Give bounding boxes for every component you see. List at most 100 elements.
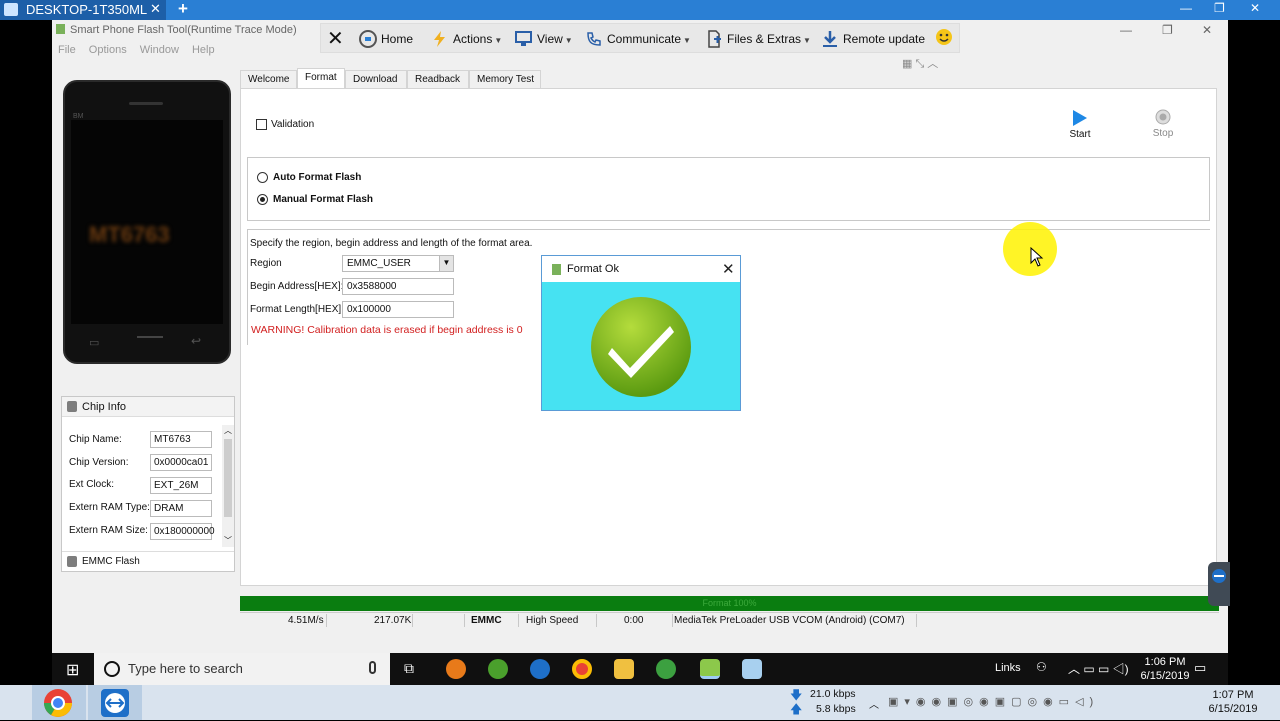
other-app-icon[interactable] [742, 659, 762, 679]
chevron-down-icon[interactable]: ▼ [439, 256, 453, 271]
scroll-thumb[interactable] [224, 439, 232, 517]
menu-file[interactable]: File [58, 44, 76, 56]
tab-welcome[interactable]: Welcome [240, 70, 297, 88]
file-explorer-icon[interactable] [614, 659, 634, 679]
chevron-down-icon: ▼ [564, 36, 573, 45]
region-select[interactable]: EMMC_USER ▼ [342, 255, 454, 272]
auto-format-radio[interactable] [257, 172, 268, 183]
communicate-button[interactable]: Communicate ▼ [585, 30, 691, 48]
menu-help[interactable]: Help [192, 44, 215, 56]
app-minimize-icon[interactable]: — [1120, 23, 1132, 37]
links-toolbar[interactable]: Links [995, 662, 1021, 674]
format-ok-dialog: Format Ok ✕ [541, 255, 741, 411]
view-button[interactable]: View ▼ [515, 30, 573, 48]
ext-clock-label: Ext Clock: [69, 479, 115, 490]
search-tool-icon[interactable] [446, 659, 466, 679]
close-session-icon[interactable]: ✕ [150, 1, 161, 17]
teamviewer-taskbar-icon[interactable] [530, 659, 550, 679]
files-extras-button[interactable]: Files & Extras ▼ [705, 30, 811, 48]
start-label: Start [1069, 129, 1091, 140]
tab-readback[interactable]: Readback [407, 70, 469, 88]
format-length-input[interactable]: 0x100000 [342, 301, 454, 318]
actions-label: Actions [453, 32, 493, 46]
phone-speaker [129, 102, 163, 105]
local-date: 6/15/2019 [1208, 703, 1258, 715]
stop-button[interactable]: Stop [1150, 109, 1176, 139]
toolbar-collapse-icons[interactable]: ▦ ⤡ ︿ [902, 55, 938, 71]
chip-info-scrollbar[interactable]: ︿ ﹀ [222, 425, 234, 547]
restore-icon[interactable]: ❐ [1214, 1, 1225, 15]
remote-session-tab[interactable]: DESKTOP-1T350ML ✕ [0, 0, 166, 20]
tray-icons[interactable]: ︿ ▭ ▭ ◁) [1068, 660, 1129, 677]
region-label: Region [250, 258, 282, 269]
remote-update-button[interactable]: Remote update [821, 30, 925, 48]
teamviewer-side-tab[interactable] [1208, 562, 1230, 606]
tab-format[interactable]: Format [297, 68, 345, 88]
tray-expand-icon[interactable]: ︿ [869, 696, 879, 711]
download-speed: 21.0 kbps [810, 688, 856, 700]
phone-image: BM MT6763 ▭ ↩ [63, 80, 231, 364]
remote-session-title: DESKTOP-1T350ML [26, 2, 148, 17]
close-connection-icon[interactable]: ✕ [327, 26, 344, 51]
manual-format-radio[interactable] [257, 194, 268, 205]
notification-icon[interactable]: ▭ [1194, 660, 1206, 676]
tab-memory-test[interactable]: Memory Test [469, 70, 541, 88]
dialog-title-bar: Format Ok [542, 256, 740, 282]
taskbar-search-box[interactable]: Type here to search [94, 653, 390, 685]
play-icon [1073, 110, 1087, 126]
region-description: Specify the region, begin address and le… [250, 238, 533, 249]
local-taskbar: 🡇 🡅 21.0 kbps 5.8 kbps ︿ ▣▾◉◉▣◎◉▣▢◎◉▭◁) … [0, 685, 1280, 720]
new-session-button[interactable]: + [178, 0, 188, 19]
begin-address-input[interactable]: 0x3588000 [342, 278, 454, 295]
minimize-icon[interactable]: — [1180, 1, 1192, 15]
validation-label: Validation [271, 119, 315, 130]
format-mode-group: Auto Format Flash Manual Format Flash [247, 157, 1210, 221]
status-port: MediaTek PreLoader USB VCOM (Android) (C… [674, 615, 905, 626]
microphone-icon[interactable] [369, 661, 376, 674]
app-restore-icon[interactable]: ❐ [1162, 23, 1173, 37]
local-time: 1:07 PM [1212, 689, 1254, 701]
file-icon [708, 30, 721, 48]
emmc-flash-row[interactable]: EMMC Flash [62, 551, 234, 571]
scroll-down-icon[interactable]: ﹀ [224, 535, 232, 546]
validation-checkbox[interactable] [256, 119, 267, 130]
system-tray-icons[interactable]: ▣▾◉◉▣◎◉▣▢◎◉▭◁) [888, 695, 1188, 708]
emmc-flash-label: EMMC Flash [82, 556, 140, 567]
chrome-icon[interactable] [572, 659, 592, 679]
dialog-close-icon[interactable]: ✕ [722, 260, 735, 278]
communicate-label: Communicate [607, 32, 682, 46]
app-icon [56, 24, 65, 34]
task-view-icon[interactable]: ⧉ [404, 660, 414, 677]
remote-toolbar: ✕ Home Actions ▼ View ▼ Communicate ▼ Files… [320, 23, 960, 53]
actions-button[interactable]: Actions ▼ [431, 30, 502, 48]
utorrent-icon[interactable] [488, 659, 508, 679]
menu-window[interactable]: Window [140, 44, 179, 56]
chip-info-panel: Chip Info Chip Name: MT6763 Chip Version… [61, 396, 235, 572]
status-bar: 4.51M/s 217.07K EMMC High Speed 0:00 Med… [240, 612, 1219, 628]
flash-tool-taskbar-icon[interactable] [700, 659, 720, 679]
remote-date: 6/15/2019 [1140, 670, 1190, 682]
chip-name-value: MT6763 [150, 431, 212, 448]
stop-icon [1155, 109, 1171, 125]
phone-chat-icon [587, 32, 601, 46]
monitor-icon [4, 3, 18, 16]
scroll-up-icon[interactable]: ︿ [224, 425, 232, 436]
ram-size-value: 0x180000000 [150, 523, 215, 540]
window-title: Smart Phone Flash Tool(Runtime Trace Mod… [56, 24, 297, 36]
home-button[interactable]: Home [359, 30, 413, 48]
stop-label: Stop [1152, 128, 1174, 139]
tab-download[interactable]: Download [345, 70, 407, 88]
menu-options[interactable]: Options [89, 44, 127, 56]
app-close-icon[interactable]: ✕ [1202, 23, 1212, 37]
smiley-feedback-icon[interactable] [935, 28, 953, 49]
chip-version-value: 0x0000ca01 [150, 454, 212, 471]
remote-clock[interactable]: 1:06 PM 6/15/2019 [1135, 655, 1195, 683]
lightning-icon [434, 31, 445, 47]
windows-start-icon[interactable]: ⊞ [66, 660, 79, 680]
close-window-icon[interactable]: ✕ [1250, 1, 1260, 15]
people-icon[interactable]: ⚇ [1036, 660, 1047, 674]
local-clock[interactable]: 1:07 PM 6/15/2019 [1200, 688, 1266, 716]
start-button[interactable]: Start [1067, 109, 1093, 140]
chip-info-title: Chip Info [82, 401, 127, 413]
internet-explorer-icon[interactable] [656, 659, 676, 679]
